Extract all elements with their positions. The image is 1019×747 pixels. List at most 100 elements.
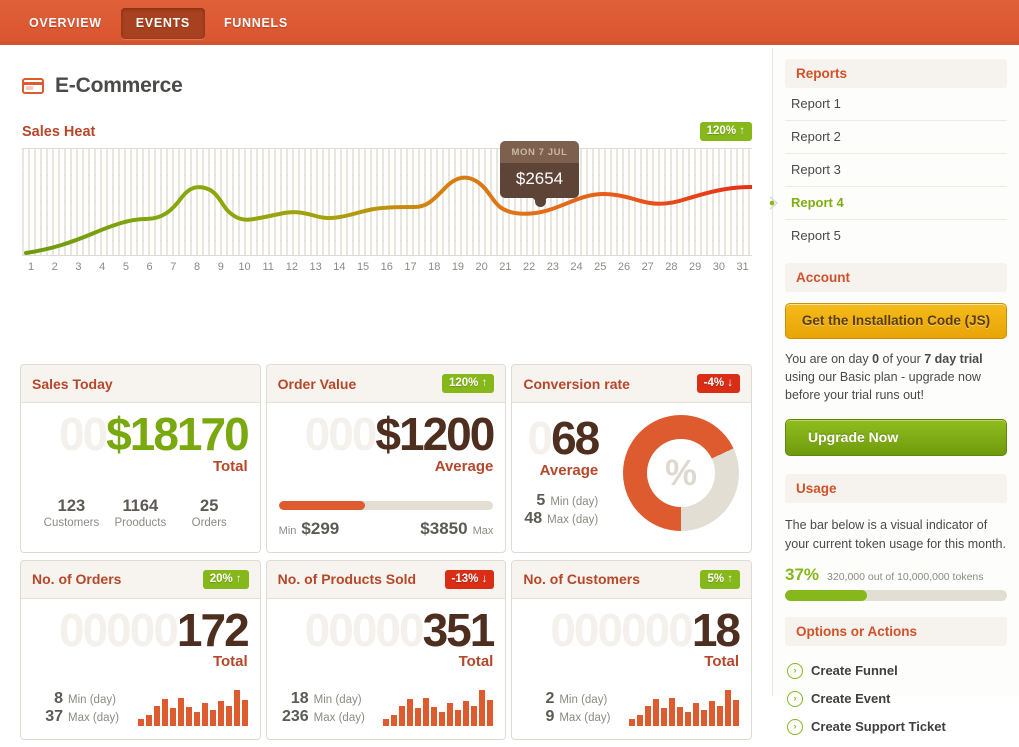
trial-plan-name: 7 day trial [924, 352, 983, 366]
card-header: No. of Products Sold -13% ↓ [266, 560, 506, 599]
sales-heat-chart-block: Sales Heat 120% ↑ MON 7 JUL $2654 1 2 3 … [22, 122, 752, 283]
sparkline-bar [241, 700, 248, 727]
card-body: 00000018 Total 2 Min (day) 9 Max (day) [512, 599, 751, 740]
x-tick: 8 [193, 261, 201, 273]
sparkline-bar [225, 706, 232, 727]
x-tick: 11 [262, 261, 274, 273]
card-substats: 123 Customers 1164 Prooducts 25 Orders [33, 497, 248, 529]
action-create-support-ticket[interactable]: › Create Support Ticket [785, 713, 1007, 741]
progress-fill [278, 500, 365, 510]
metric-card-no-of-orders: No. of Orders 20% ↑ 00000172 Total 8 Min… [20, 559, 261, 741]
max-value: 48 [524, 509, 543, 527]
x-tick: 16 [380, 261, 393, 273]
action-create-funnel[interactable]: › Create Funnel [785, 657, 1007, 685]
tooltip-date: MON 7 JUL [500, 141, 579, 163]
sidebar-item-report-3[interactable]: Report 3 [785, 154, 1007, 187]
upgrade-now-button[interactable]: Upgrade Now [785, 419, 1007, 457]
chart-selected-point[interactable] [535, 196, 546, 207]
card-value-ghost: 00000 [304, 603, 425, 656]
x-tick: 4 [99, 261, 106, 273]
card-value-ghost: 0 [527, 412, 554, 464]
sparkline-bar [471, 706, 478, 727]
min-row: 18 Min (day) [279, 690, 365, 708]
nav-tab-events[interactable]: EVENTS [120, 8, 205, 39]
x-tick: 31 [736, 261, 749, 273]
sparkline-bar [415, 708, 422, 727]
sparkline-bar [201, 703, 208, 727]
x-tick: 26 [617, 261, 631, 273]
sparkline-bar [407, 699, 414, 727]
sidebar-heading-usage: Usage [785, 474, 1007, 504]
sparkline-bar [161, 699, 168, 727]
card-body: 00000172 Total 8 Min (day) 37 Max (day) [21, 599, 260, 740]
metric-cards: Sales Today 00$18170 Total 123 Customers… [20, 364, 753, 747]
sparkline-bar [391, 715, 398, 727]
x-tick: 7 [170, 261, 177, 273]
sidebar-item-report-2[interactable]: Report 2 [785, 121, 1007, 154]
card-value: $18170 [106, 408, 249, 460]
chart-header: Sales Heat 120% ↑ [22, 122, 752, 148]
max-label: Max (day) [559, 712, 611, 725]
top-navigation-inner: OVERVIEW EVENTS FUNNELS [0, 0, 1007, 45]
chart-line-svg [24, 175, 752, 255]
max-label: Max (day) [313, 712, 365, 725]
x-tick: 21 [499, 261, 512, 273]
x-tick: 2 [51, 261, 58, 273]
max-label: Max (day) [68, 712, 120, 725]
credit-card-icon [22, 78, 44, 94]
card-title: Conversion rate [523, 375, 630, 392]
card-title: Order Value [277, 375, 357, 392]
conversion-figures: 068 Average 5 Min (day) 48 Max (day) [524, 412, 600, 528]
nav-tab-overview[interactable]: OVERVIEW [14, 8, 117, 39]
sparkline-bar [399, 706, 406, 727]
sidebar-heading-reports: Reports [785, 59, 1007, 88]
main-content: E-Commerce Sales Heat 120% ↑ MON 7 JUL $… [0, 48, 772, 741]
sidebar-item-report-1[interactable]: Report 1 [785, 88, 1007, 121]
conversion-layout: 068 Average 5 Min (day) 48 Max (day) % [524, 412, 740, 531]
reports-list: Report 1 Report 2 Report 3 Report 4 Repo… [769, 88, 1007, 252]
x-tick: 9 [217, 261, 224, 273]
card-min-max-block: 5 Min (day) 48 Max (day) [524, 492, 598, 528]
sparkline-bar [733, 700, 740, 727]
chart-plot-area[interactable]: MON 7 JUL $2654 [22, 141, 752, 256]
card-value: 172 [176, 603, 250, 656]
get-installation-code-button[interactable]: Get the Installation Code (JS) [785, 303, 1007, 339]
sidebar-item-report-5[interactable]: Report 5 [785, 220, 1007, 252]
max-row: 48 Max (day) [524, 510, 598, 528]
card-trend-badge: -4% ↓ [696, 374, 741, 393]
min-label: Min (day) [559, 694, 608, 707]
x-tick: 18 [428, 261, 441, 273]
chart-tooltip: MON 7 JUL $2654 [500, 141, 579, 206]
substat-value: 123 [57, 496, 86, 515]
substat-label: Customers [43, 516, 100, 529]
metric-card-order-value: Order Value 120% ↑ 000$1200 Average Min … [265, 364, 507, 553]
right-sidebar: Reports Report 1 Report 2 Report 3 Repor… [769, 48, 1019, 735]
sidebar-item-report-4[interactable]: Report 4 [769, 187, 1007, 220]
sparkline-bar [693, 703, 700, 727]
usage-description: The bar below is a visual indicator of y… [785, 518, 1006, 551]
sidebar-heading-account: Account [785, 263, 1007, 292]
page-title-row: E-Commerce [22, 74, 183, 98]
x-tick: 1 [27, 261, 35, 273]
substat-products: 1164 Prooducts [106, 497, 175, 529]
nav-tab-funnels[interactable]: FUNNELS [209, 8, 303, 39]
sparkline-bar [701, 710, 708, 727]
metric-card-sales-today: Sales Today 00$18170 Total 123 Customers… [20, 364, 261, 553]
sparkline-bar [153, 706, 160, 727]
x-tick: 23 [546, 261, 559, 273]
card-trend-badge: 20% ↑ [202, 569, 249, 589]
trial-text-part-1: You are on day [785, 352, 873, 366]
x-tick: 25 [594, 261, 607, 273]
top-navigation-bar: OVERVIEW EVENTS FUNNELS [0, 0, 1019, 45]
metric-card-conversion-rate: Conversion rate -4% ↓ 068 Average 5 Min … [511, 364, 753, 553]
action-create-event[interactable]: › Create Event [785, 685, 1007, 713]
card-body: 068 Average 5 Min (day) 48 Max (day) % [512, 403, 751, 544]
min-label: Min (day) [313, 694, 362, 707]
min-value: 5 [536, 491, 546, 509]
max-value: 9 [545, 708, 555, 726]
tooltip-value: $2654 [500, 163, 579, 206]
max-row: 236 Max (day) [279, 708, 365, 726]
min-group: Min $299 [279, 519, 340, 539]
card-value-ghost: 000 [304, 408, 378, 460]
metric-card-row-bottom: No. of Orders 20% ↑ 00000172 Total 8 Min… [20, 559, 753, 741]
